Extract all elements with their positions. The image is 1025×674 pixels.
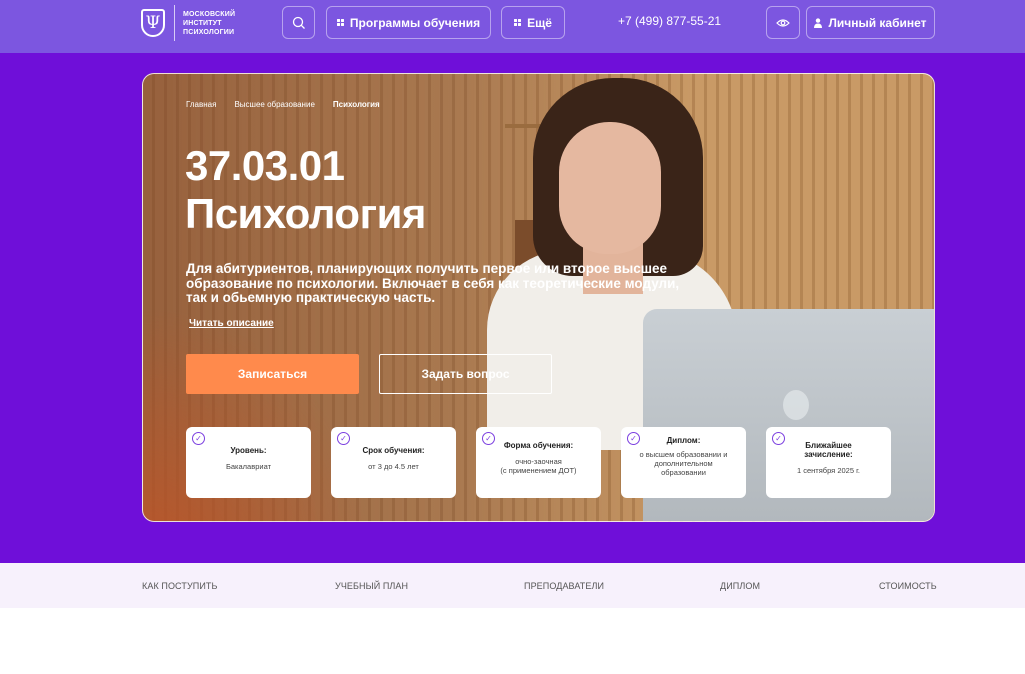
accessibility-button[interactable] — [766, 6, 800, 39]
fact-title: Срок обучения: — [362, 446, 425, 455]
user-icon — [814, 17, 823, 28]
breadcrumb-home[interactable]: Главная — [186, 100, 216, 109]
breadcrumb-higher-education[interactable]: Высшее образование — [234, 100, 314, 109]
programs-button[interactable]: Программы обучения — [326, 6, 491, 39]
logo-divider — [174, 5, 175, 41]
breadcrumb: Главная Высшее образование Психология — [186, 100, 380, 109]
section-nav-price[interactable]: СТОИМОСТЬ — [879, 581, 937, 591]
fact-value: Бакалавриат — [225, 462, 272, 471]
fact-card-diploma: ✓ Диплом: о высшем образовании и дополни… — [621, 427, 746, 498]
grid-icon — [514, 19, 522, 26]
section-nav-teachers[interactable]: ПРЕПОДАВАТЕЛИ — [524, 581, 604, 591]
logo[interactable]: Ψ МОСКОВСКИЙ ИНСТИТУТ ПСИХОЛОГИИ — [141, 5, 249, 41]
fact-value: очно-заочная (с применением ДОТ) — [500, 457, 577, 475]
program-description: Для абитуриентов, планирующих получить п… — [186, 261, 680, 305]
section-nav-diploma[interactable]: ДИПЛОМ — [720, 581, 760, 591]
fact-card-level: ✓ Уровень: Бакалавриат — [186, 427, 311, 498]
fact-value: 1 сентября 2025 г. — [796, 466, 860, 475]
enroll-button[interactable]: Записаться — [186, 354, 359, 394]
section-nav-admission[interactable]: КАК ПОСТУПИТЬ — [142, 581, 218, 591]
top-bar: Ψ МОСКОВСКИЙ ИНСТИТУТ ПСИХОЛОГИИ Програм… — [0, 0, 1025, 53]
fact-card-enrollment: ✓ Ближайшее зачисление: 1 сентября 2025 … — [766, 427, 891, 498]
eye-icon — [776, 18, 790, 27]
fact-title: Уровень: — [230, 446, 267, 455]
check-icon: ✓ — [627, 432, 640, 445]
section-nav: КАК ПОСТУПИТЬ УЧЕБНЫЙ ПЛАН ПРЕПОДАВАТЕЛИ… — [0, 563, 1025, 608]
programs-button-label: Программы обучения — [349, 15, 481, 30]
fact-value: о высшем образовании и дополнительном об… — [639, 450, 728, 477]
fact-card-form: ✓ Форма обучения: очно-заочная (с примен… — [476, 427, 601, 498]
fact-card-duration: ✓ Срок обучения: от 3 до 4.5 лет — [331, 427, 456, 498]
search-icon — [292, 16, 305, 29]
laptop-logo — [783, 390, 809, 420]
grid-icon — [336, 19, 344, 26]
fact-title: Ближайшее зачисление: — [804, 441, 853, 459]
photo-person — [559, 122, 661, 254]
read-description-link[interactable]: Читать описание — [189, 318, 274, 329]
cabinet-button-label: Личный кабинет — [828, 15, 927, 30]
cabinet-button[interactable]: Личный кабинет — [806, 6, 935, 39]
more-button[interactable]: Ещё — [501, 6, 565, 39]
page-title: Психология — [185, 190, 426, 237]
check-icon: ✓ — [337, 432, 350, 445]
ask-question-button[interactable]: Задать вопрос — [379, 354, 552, 394]
logo-text: МОСКОВСКИЙ ИНСТИТУТ ПСИХОЛОГИИ — [183, 10, 236, 36]
check-icon: ✓ — [192, 432, 205, 445]
section-nav-curriculum[interactable]: УЧЕБНЫЙ ПЛАН — [335, 581, 408, 591]
phone-link[interactable]: +7 (499) 877-55-21 — [618, 14, 721, 28]
program-code: 37.03.01 — [185, 142, 345, 189]
breadcrumb-current: Психология — [332, 100, 380, 109]
check-icon: ✓ — [482, 432, 495, 445]
fact-title: Диплом: — [666, 436, 701, 445]
hero-banner: Главная Высшее образование Психология 37… — [142, 73, 935, 522]
search-button[interactable] — [282, 6, 315, 39]
check-icon: ✓ — [772, 432, 785, 445]
fact-title: Форма обучения: — [503, 441, 574, 450]
more-button-label: Ещё — [527, 15, 552, 30]
fact-value: от 3 до 4.5 лет — [368, 462, 419, 471]
psi-logo-icon: Ψ — [141, 9, 165, 37]
